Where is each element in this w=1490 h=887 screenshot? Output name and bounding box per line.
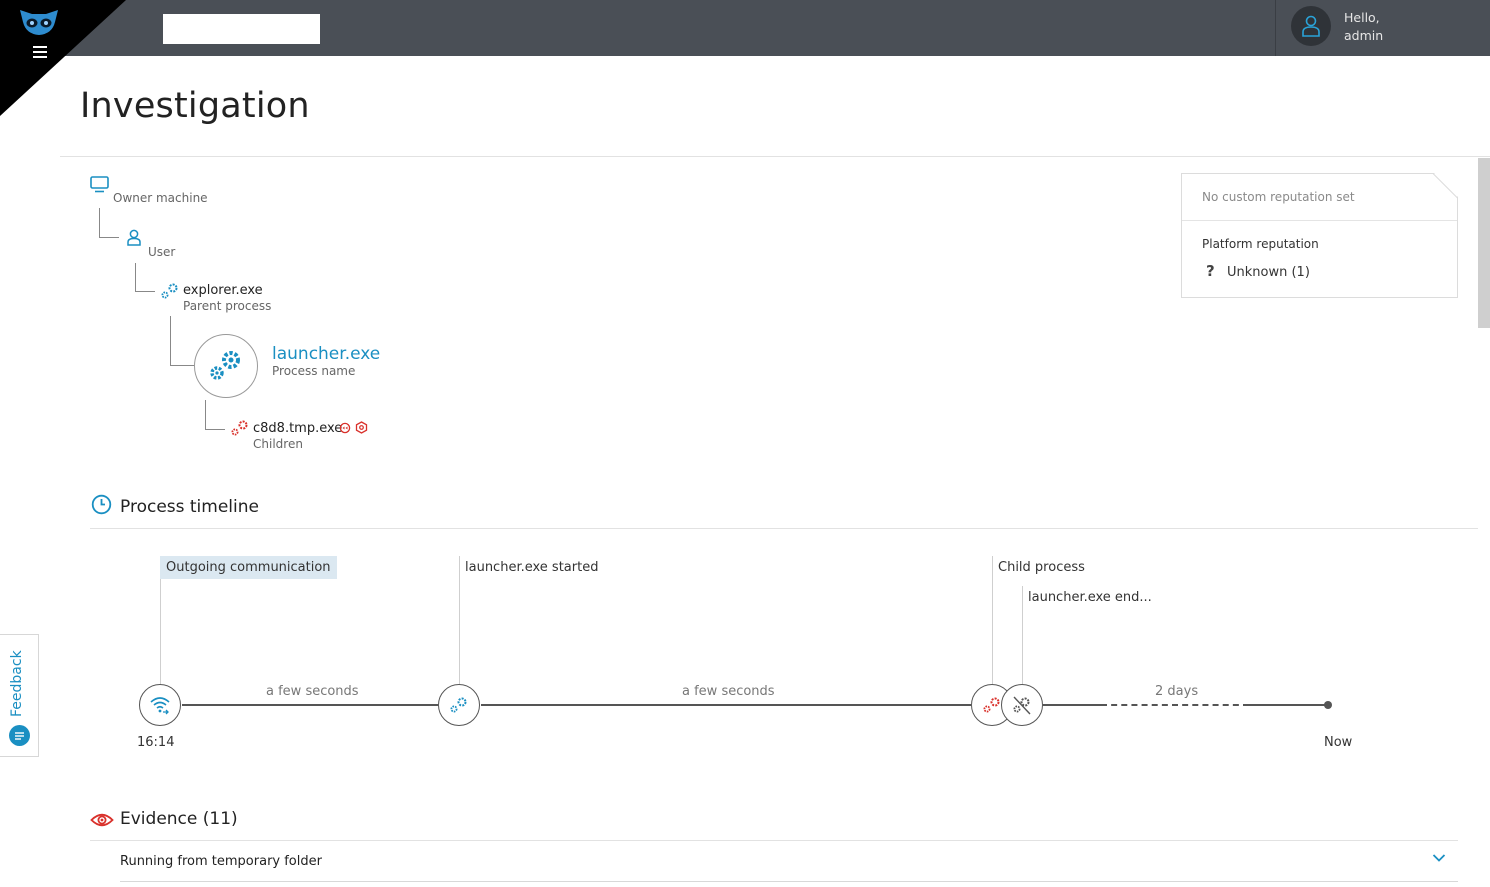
user-greeting: Hello, admin — [1344, 9, 1383, 45]
main-process-node — [194, 334, 258, 398]
timeline-segment — [481, 704, 971, 706]
evidence-row-divider — [120, 881, 1458, 882]
gears-icon — [161, 283, 178, 299]
timeline-node-outgoing[interactable] — [139, 684, 181, 726]
timeline-divider — [90, 528, 1478, 529]
question-icon: ? — [1206, 262, 1215, 280]
scrollbar-thumb[interactable] — [1478, 158, 1490, 328]
reputation-card: No custom reputation set Platform reputa… — [1181, 173, 1459, 298]
platform-reputation-title: Platform reputation — [1202, 237, 1319, 251]
event-label-started[interactable]: launcher.exe started — [459, 556, 604, 579]
gears-icon — [450, 697, 467, 712]
greeting-line: Hello, — [1344, 10, 1380, 25]
custom-reputation-link[interactable]: No custom reputation set — [1202, 190, 1355, 204]
parent-process-name[interactable]: explorer.exe — [183, 283, 263, 298]
hamburger-menu-icon[interactable] — [33, 46, 47, 61]
timeline-node-ended[interactable] — [1001, 684, 1043, 726]
evidence-row[interactable]: Running from temporary folder — [90, 840, 1458, 882]
feedback-tab[interactable]: Feedback — [0, 634, 39, 757]
user-icon — [127, 229, 141, 246]
search-input[interactable] — [163, 14, 320, 44]
suspicion-icon — [339, 422, 351, 434]
tree-connector — [135, 263, 136, 292]
evidence-title: Evidence (11) — [120, 809, 238, 829]
title-divider — [60, 156, 1490, 157]
timeline-segment — [1043, 704, 1101, 706]
username: admin — [1344, 28, 1384, 43]
platform-reputation-value: Unknown (1) — [1227, 265, 1310, 280]
user-menu[interactable]: Hello, admin — [1275, 0, 1490, 56]
tree-connector — [99, 208, 100, 238]
eye-icon — [90, 813, 114, 827]
timeline-end-time: Now — [1324, 735, 1353, 750]
process-name-label: Process name — [272, 364, 356, 378]
feedback-label: Feedback — [9, 650, 25, 717]
red-gears-icon — [231, 420, 248, 436]
tree-connector — [99, 237, 119, 238]
chat-icon — [9, 725, 30, 746]
clock-icon — [91, 494, 112, 515]
chevron-down-icon[interactable] — [1432, 853, 1446, 863]
user-avatar-icon — [1291, 6, 1331, 46]
timeline-now-dot — [1324, 701, 1332, 709]
tree-connector — [170, 365, 194, 366]
event-label-outgoing[interactable]: Outgoing communication — [160, 556, 337, 579]
monitor-icon — [90, 176, 109, 193]
gap-label: a few seconds — [262, 684, 363, 699]
tree-connector — [205, 429, 225, 430]
user-label: User — [148, 245, 176, 259]
child-process-name[interactable]: c8d8.tmp.exe — [253, 421, 342, 436]
children-label: Children — [253, 437, 303, 451]
reputation-divider — [1182, 220, 1457, 221]
gears-icon — [210, 351, 240, 380]
tree-connector — [135, 291, 155, 292]
timeline-start-time: 16:14 — [137, 735, 175, 750]
process-name: launcher.exe — [272, 344, 381, 364]
timeline-dashed-segment — [1101, 704, 1249, 706]
gap-label: 2 days — [1151, 684, 1203, 699]
evidence-item-label: Running from temporary folder — [120, 854, 322, 869]
event-label-ended[interactable]: launcher.exe end... — [1022, 586, 1158, 609]
red-gears-icon — [983, 697, 1000, 712]
event-label-child[interactable]: Child process — [992, 556, 1091, 579]
gap-label: a few seconds — [678, 684, 779, 699]
timeline-segment — [1249, 704, 1327, 706]
malop-icon — [355, 421, 368, 434]
parent-process-label: Parent process — [183, 299, 272, 313]
owl-logo-icon[interactable] — [18, 8, 60, 40]
gears-stopped-icon — [1013, 696, 1031, 714]
owner-machine-label: Owner machine — [113, 191, 208, 205]
tree-connector — [170, 316, 171, 366]
process-timeline-title: Process timeline — [120, 497, 259, 517]
timeline-node-started[interactable] — [438, 684, 480, 726]
timeline-segment — [182, 704, 438, 706]
tree-connector — [205, 400, 206, 430]
wifi-icon — [150, 697, 170, 715]
